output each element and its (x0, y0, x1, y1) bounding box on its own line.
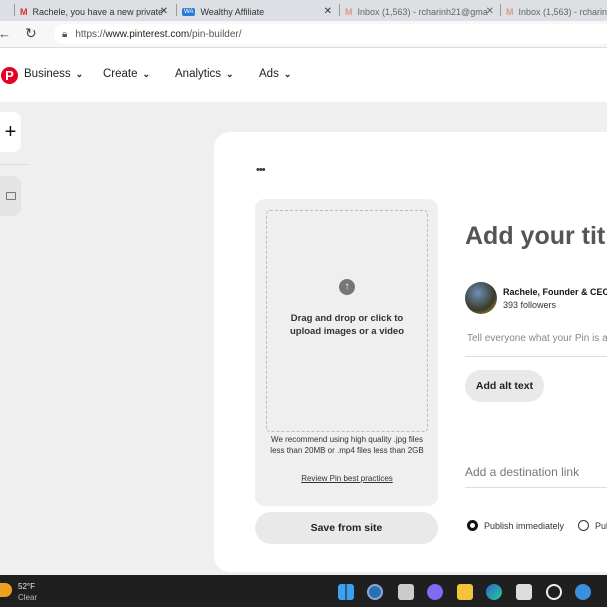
store-icon[interactable] (516, 584, 532, 600)
avatar (465, 282, 497, 314)
title-input[interactable]: Add your title (465, 222, 607, 251)
gmail-icon: M (345, 6, 353, 17)
tab-bar: M Rachele, you have a new private ✕ WA Weal… (0, 0, 607, 21)
best-practices-link[interactable]: Review Pin best practices (270, 474, 424, 483)
gmail-icon: M (20, 6, 28, 17)
add-pin-button[interactable]: + (0, 112, 21, 152)
upload-recommendation: We recommend using high quality .jpg fil… (270, 435, 424, 455)
task-view-icon[interactable] (398, 584, 414, 600)
edge-icon[interactable] (486, 584, 502, 600)
gmail-icon: M (506, 6, 514, 17)
pinterest-logo-icon[interactable]: P (1, 67, 18, 84)
refresh-icon[interactable]: ↻ (25, 25, 37, 42)
divider (0, 164, 30, 165)
divider (465, 356, 607, 357)
temperature[interactable]: 52°F (18, 582, 35, 591)
tab-inbox-2[interactable]: M Inbox (1,563) - rcharinh (506, 2, 607, 21)
url-field[interactable]: 🔒︎ https://www.pinterest.com/pin-builder… (54, 24, 607, 44)
search-icon[interactable] (367, 584, 383, 600)
more-options-button[interactable]: ••• (256, 164, 266, 176)
close-icon[interactable]: ✕ (160, 6, 168, 17)
pinterest-header (0, 48, 607, 102)
description-input[interactable]: Tell everyone what your Pin is about (467, 333, 607, 344)
chevron-down-icon: ⌄ (142, 68, 151, 79)
app-icon[interactable] (546, 584, 562, 600)
follower-count: 393 followers (503, 300, 557, 310)
image-icon (5, 192, 16, 200)
tab-wealthy-affiliate[interactable]: WA Wealthy Affiliate ✕ (182, 2, 336, 21)
close-icon[interactable]: ✕ (324, 6, 332, 17)
nav-ads[interactable]: Ads ⌄ (259, 68, 291, 80)
lock-icon: 🔒︎ (62, 28, 68, 40)
weather-condition[interactable]: Clear (18, 593, 37, 602)
nav-analytics[interactable]: Analytics ⌄ (175, 68, 234, 80)
save-from-site-button[interactable]: Save from site (255, 512, 438, 544)
publish-later-radio[interactable] (578, 520, 589, 531)
tab-gmail-message[interactable]: M Rachele, you have a new private ✕ (20, 2, 172, 21)
file-explorer-icon[interactable] (457, 584, 473, 600)
upload-instructions: Drag and drop or click to upload images … (289, 313, 405, 337)
publish-immediately-label: Publish immediately (484, 521, 565, 531)
start-icon[interactable] (338, 584, 354, 600)
nav-create[interactable]: Create ⌄ (103, 68, 150, 80)
user-name: Rachele, Founder & CEO (503, 287, 607, 297)
plus-icon: + (4, 120, 17, 143)
chevron-down-icon: ⌄ (283, 68, 292, 79)
tab-inbox-1[interactable]: M Inbox (1,563) - rcharinh21@gma ✕ (345, 2, 498, 21)
chat-icon[interactable] (427, 584, 443, 600)
chevron-down-icon: ⌄ (226, 68, 234, 79)
destination-link-input[interactable]: Add a destination link (465, 465, 579, 479)
wa-icon: WA (182, 7, 196, 16)
divider (465, 487, 607, 488)
publish-later-label: Publish at a later date (595, 521, 607, 531)
nav-business[interactable]: Business ⌄ (24, 68, 83, 80)
chevron-down-icon: ⌄ (75, 68, 84, 79)
publish-immediately-radio[interactable] (467, 520, 478, 531)
back-icon[interactable]: ← (0, 26, 11, 41)
draft-pin-button[interactable] (0, 176, 21, 216)
add-alt-text-button[interactable]: Add alt text (465, 370, 544, 402)
help-icon[interactable] (575, 584, 591, 600)
close-icon[interactable]: ✕ (486, 6, 494, 17)
upload-arrow-icon: ↑ (339, 279, 355, 295)
